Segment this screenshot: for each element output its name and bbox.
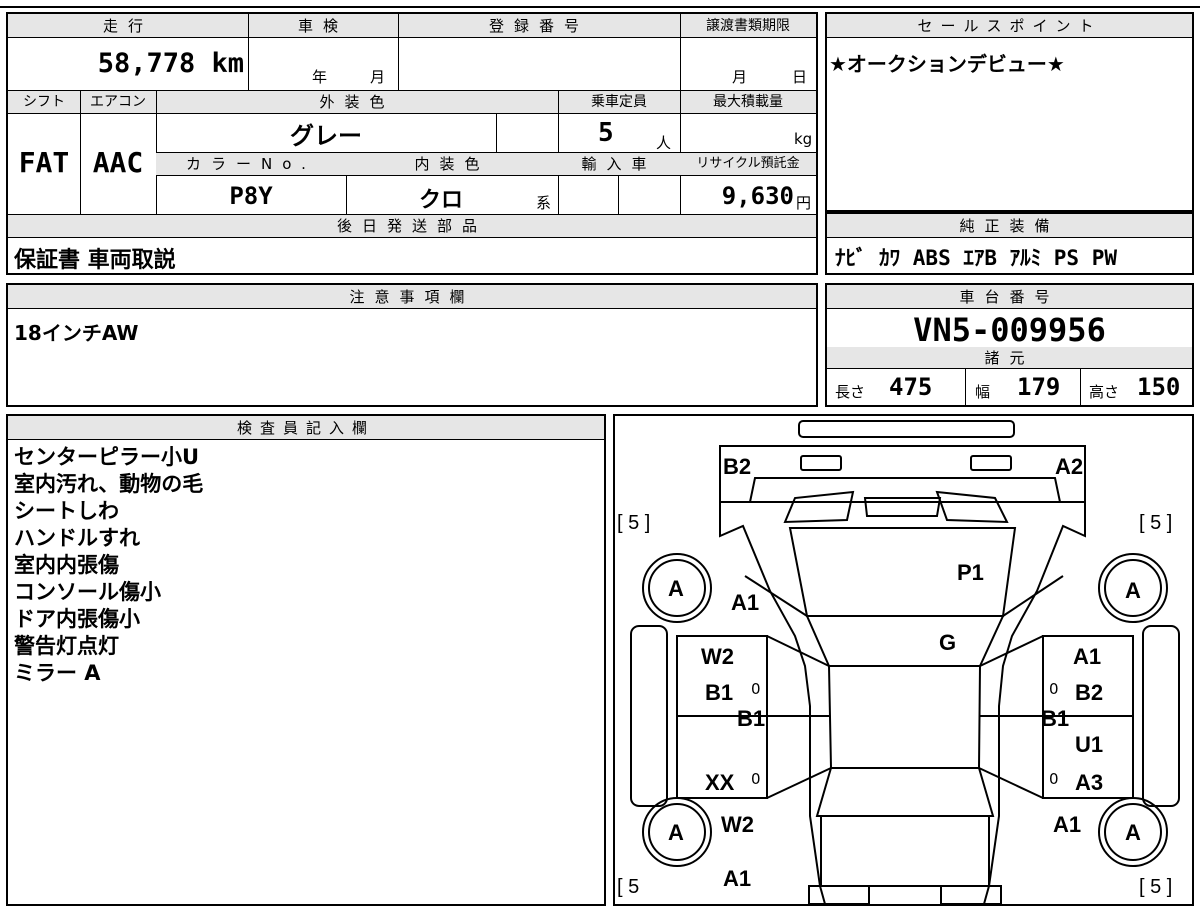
mark-zero-left-front: 0 <box>751 680 761 698</box>
inspector-line: ドア内張傷小 <box>14 607 140 631</box>
chassis-value: VN5-009956 <box>913 311 1106 349</box>
shift-label: シフト <box>23 94 65 110</box>
deadline-day-unit: 日 <box>792 68 808 86</box>
capacity-value: 5 <box>598 118 614 148</box>
mark-xx-left-rear-door: XX <box>705 770 735 795</box>
inspector-line: コンソール傷小 <box>14 580 161 604</box>
inspector-label: 検査員記入欄 <box>8 416 604 440</box>
exterior-color-value: グレー <box>290 122 362 150</box>
wheel-rear-right-mark: A <box>1125 820 1141 845</box>
main-info-table: 走行 車検 登録番号 譲渡書類期限 58,778 km 年 月 月 日 シフト … <box>6 12 818 275</box>
import-label: 輸入車 <box>581 155 657 173</box>
spec-width-label: 幅 <box>975 383 991 401</box>
mark-a1-left-rear: A1 <box>723 866 752 891</box>
top-edge-strip <box>0 0 1200 8</box>
exterior-color-label: 外装色 <box>319 93 395 111</box>
sales-point-label: セールスポイント <box>827 14 1192 38</box>
mark-b1-right-sill: B1 <box>1041 706 1070 731</box>
genuine-equipment-text: ﾅﾋﾞ ｶﾜ ABS ｴｱB ｱﾙﾐ PS PW <box>835 246 1118 270</box>
mark-b2-right-front-door: B2 <box>1075 680 1104 705</box>
later-parts-label: 後日発送部品 <box>336 217 487 235</box>
inspector-line: 室内汚れ、動物の毛 <box>14 472 204 496</box>
mark-a1-right-quarter: A1 <box>1053 812 1082 837</box>
tire-front-left-label: [ 5 ] <box>617 512 651 534</box>
inspection-month-unit: 月 <box>370 68 386 86</box>
capacity-label: 乗車定員 <box>591 94 647 110</box>
deadline-month-unit: 月 <box>732 68 748 86</box>
tire-front-right-label: [ 5 ] <box>1139 512 1173 534</box>
sales-point-text: ★オークションデビュー★ <box>829 52 1065 76</box>
wheel-rear-left-mark: A <box>668 820 684 845</box>
vehicle-diagram-box: [ 5 ] [ 5 ] [ 5 [ 5 ] A A A A B2 A2 P1 G… <box>613 414 1194 906</box>
spec-height-value: 150 <box>1137 373 1181 401</box>
inspection-label: 車検 <box>297 17 348 35</box>
spec-length-label: 長さ <box>835 383 866 401</box>
mark-g-windshield: G <box>939 630 957 655</box>
inspector-line: 室内内張傷 <box>14 553 119 577</box>
interior-color-suffix: 系 <box>536 194 552 212</box>
tire-rear-left-label: [ 5 <box>617 876 640 898</box>
chassis-box: 車台番号 VN5-009956 諸元 長さ 475 幅 179 高さ 150 <box>825 283 1194 407</box>
inspector-line: センターピラー小U <box>14 445 200 469</box>
spec-length-value: 475 <box>889 373 933 401</box>
capacity-unit: 人 <box>656 134 672 152</box>
chassis-label: 車台番号 <box>827 285 1192 309</box>
color-no-value: P8Y <box>229 182 273 210</box>
aircon-value: AAC <box>92 146 144 179</box>
inspector-lines: センターピラー小U 室内汚れ、動物の毛 シートしわ ハンドルすれ 室内内張傷 コ… <box>14 444 203 687</box>
shift-value: FAT <box>18 146 70 179</box>
mark-a1-right-front-door: A1 <box>1073 644 1102 669</box>
specs-label: 諸元 <box>827 347 1192 369</box>
interior-color-value: クロ <box>418 188 463 213</box>
spec-height-label: 高さ <box>1089 383 1120 401</box>
mark-p1-hood: P1 <box>957 560 984 585</box>
mark-zero-right-rear: 0 <box>1049 770 1059 788</box>
recycle-value: 9,630 <box>721 182 794 210</box>
inspection-year-unit: 年 <box>312 68 328 86</box>
mark-u1-right-rear-door: U1 <box>1075 732 1104 757</box>
inspector-line: ハンドルすれ <box>14 526 140 550</box>
inspector-box: 検査員記入欄 センターピラー小U 室内汚れ、動物の毛 シートしわ ハンドルすれ … <box>6 414 606 906</box>
inspector-line: シートしわ <box>14 499 119 523</box>
transfer-deadline-label: 譲渡書類期限 <box>706 18 790 34</box>
inspector-line: ミラー A <box>14 661 101 685</box>
caution-label: 注意事項欄 <box>8 285 816 309</box>
aircon-label: エアコン <box>90 94 146 110</box>
recycle-label: リサイクル預託金 <box>696 156 800 171</box>
mark-b1-left-sill: B1 <box>737 706 766 731</box>
wheel-front-left-mark: A <box>668 576 684 601</box>
mark-w2-left-quarter: W2 <box>721 812 754 837</box>
mark-a3-right-rear-door: A3 <box>1075 770 1104 795</box>
later-parts-value: 保証書 車両取説 <box>14 248 176 273</box>
registration-label: 登録番号 <box>488 17 589 35</box>
mark-zero-left-rear: 0 <box>751 770 761 788</box>
mark-b1-left-front-door: B1 <box>705 680 734 705</box>
mark-zero-right-front: 0 <box>1049 680 1059 698</box>
sales-point-box: セールスポイント ★オークションデビュー★ <box>825 12 1194 212</box>
interior-color-label: 内装色 <box>414 155 490 173</box>
mark-b2-front-left: B2 <box>723 454 752 479</box>
max-load-label: 最大積載量 <box>713 94 783 110</box>
recycle-unit: 円 <box>796 194 812 212</box>
spec-width-value: 179 <box>1017 373 1061 401</box>
mileage-value: 58,778 km <box>97 48 244 79</box>
genuine-equipment-label: 純正装備 <box>827 214 1192 238</box>
mark-a1-left-fender: A1 <box>731 590 760 615</box>
inspector-line: 警告灯点灯 <box>14 634 119 658</box>
caution-box: 注意事項欄 18インチAW <box>6 283 818 407</box>
mark-a2-front-right: A2 <box>1055 454 1084 479</box>
mileage-label: 走行 <box>102 17 153 35</box>
tire-rear-right-label: [ 5 ] <box>1139 876 1173 898</box>
max-load-unit: kg <box>794 130 813 148</box>
color-no-label: カラーNo. <box>186 155 316 173</box>
caution-text: 18インチAW <box>14 321 139 345</box>
wheel-front-right-mark: A <box>1125 578 1141 603</box>
mark-w2-left-front-door: W2 <box>701 644 734 669</box>
genuine-equipment-box: 純正装備 ﾅﾋﾞ ｶﾜ ABS ｴｱB ｱﾙﾐ PS PW <box>825 212 1194 275</box>
